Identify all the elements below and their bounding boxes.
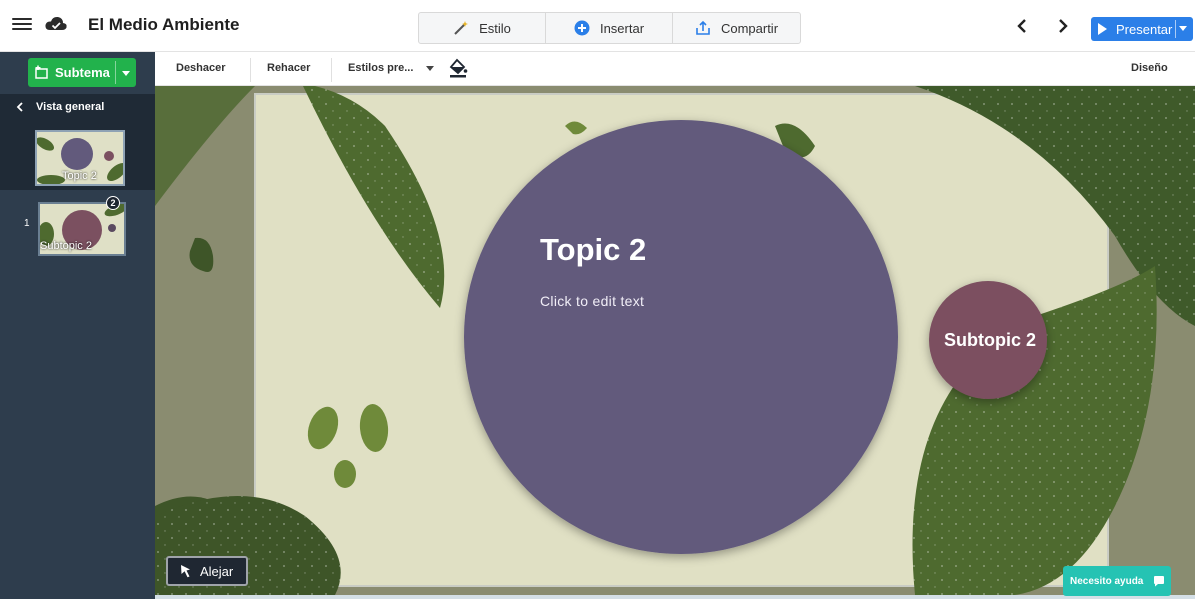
chevron-right-icon[interactable] [1054,17,1070,35]
topic-title[interactable]: Topic 2 [540,232,646,268]
redo-button[interactable]: Rehacer [267,62,310,74]
cloud-icon[interactable] [44,14,68,34]
cursor-arrow-icon [181,565,190,578]
present-divider [1175,20,1176,38]
present-dropdown-icon[interactable] [1179,26,1187,31]
preset-styles-label: Estilos pre... [348,62,414,74]
share-tab-label: Compartir [720,20,779,36]
add-subtopic-label: Subtema [55,65,110,80]
main-tabs: Estilo Insertar Compartir [418,12,801,44]
toolbar-divider [250,58,251,82]
zoom-out-label: Alejar [200,563,234,579]
help-button[interactable]: Necesito ayuda [1063,566,1171,596]
edit-toolbar: Deshacer Rehacer Estilos pre... Diseño [155,52,1195,86]
topic-circle[interactable] [464,120,898,554]
subtema-dropdown-icon[interactable] [122,71,130,76]
canvas-artwork [155,86,1195,595]
thumbnail-number: 1 [24,218,30,229]
zoom-out-button[interactable]: Alejar [166,556,248,586]
thumbnail-label: Subtopic 2 [40,240,92,252]
subtopic-label[interactable]: Subtopic 2 [944,330,1036,351]
presentation-canvas[interactable] [155,86,1195,595]
hamburger-menu-icon[interactable] [12,15,32,35]
help-label: Necesito ayuda [1070,575,1144,587]
bottom-strip [155,595,1195,599]
insert-tab[interactable]: Insertar [546,13,673,43]
add-subtopic-button[interactable]: Subtema [28,58,136,87]
chevron-left-icon [16,102,23,112]
play-icon [1098,23,1107,35]
magic-wand-icon [454,21,469,35]
chevron-left-icon[interactable] [1015,17,1031,35]
style-tab-label: Estilo [479,20,511,36]
overview-label: Vista general [36,101,105,113]
present-button[interactable]: Presentar [1091,17,1193,41]
undo-button[interactable]: Deshacer [176,62,226,74]
presentation-title[interactable]: El Medio Ambiente [88,15,239,35]
plus-circle-icon [574,20,590,36]
top-bar: El Medio Ambiente Estilo Insertar Compar… [0,0,1195,52]
chevron-down-icon [426,65,435,71]
insert-tab-label: Insertar [599,20,645,36]
share-tab[interactable]: Compartir [673,13,800,43]
thumbnail-label: Topic 2 [62,170,97,182]
subtopic-count-badge: 2 [106,196,120,210]
toolbar-divider [331,58,332,82]
add-frame-icon [35,65,48,79]
sidebar: Subtema Vista general Topic 2 1 Subtopic… [0,52,155,599]
share-upload-icon [696,20,710,35]
overview-link[interactable]: Vista general [0,94,155,120]
style-tab[interactable]: Estilo [419,13,546,43]
preset-styles-dropdown[interactable]: Estilos pre... [348,62,435,74]
chat-bubble-icon [1154,576,1165,587]
subtema-divider [115,61,116,84]
topic-body-text[interactable]: Click to edit text [540,293,644,309]
design-button[interactable]: Diseño [1131,62,1168,74]
present-button-label: Presentar [1116,21,1173,37]
paint-bucket-icon[interactable] [447,56,469,78]
